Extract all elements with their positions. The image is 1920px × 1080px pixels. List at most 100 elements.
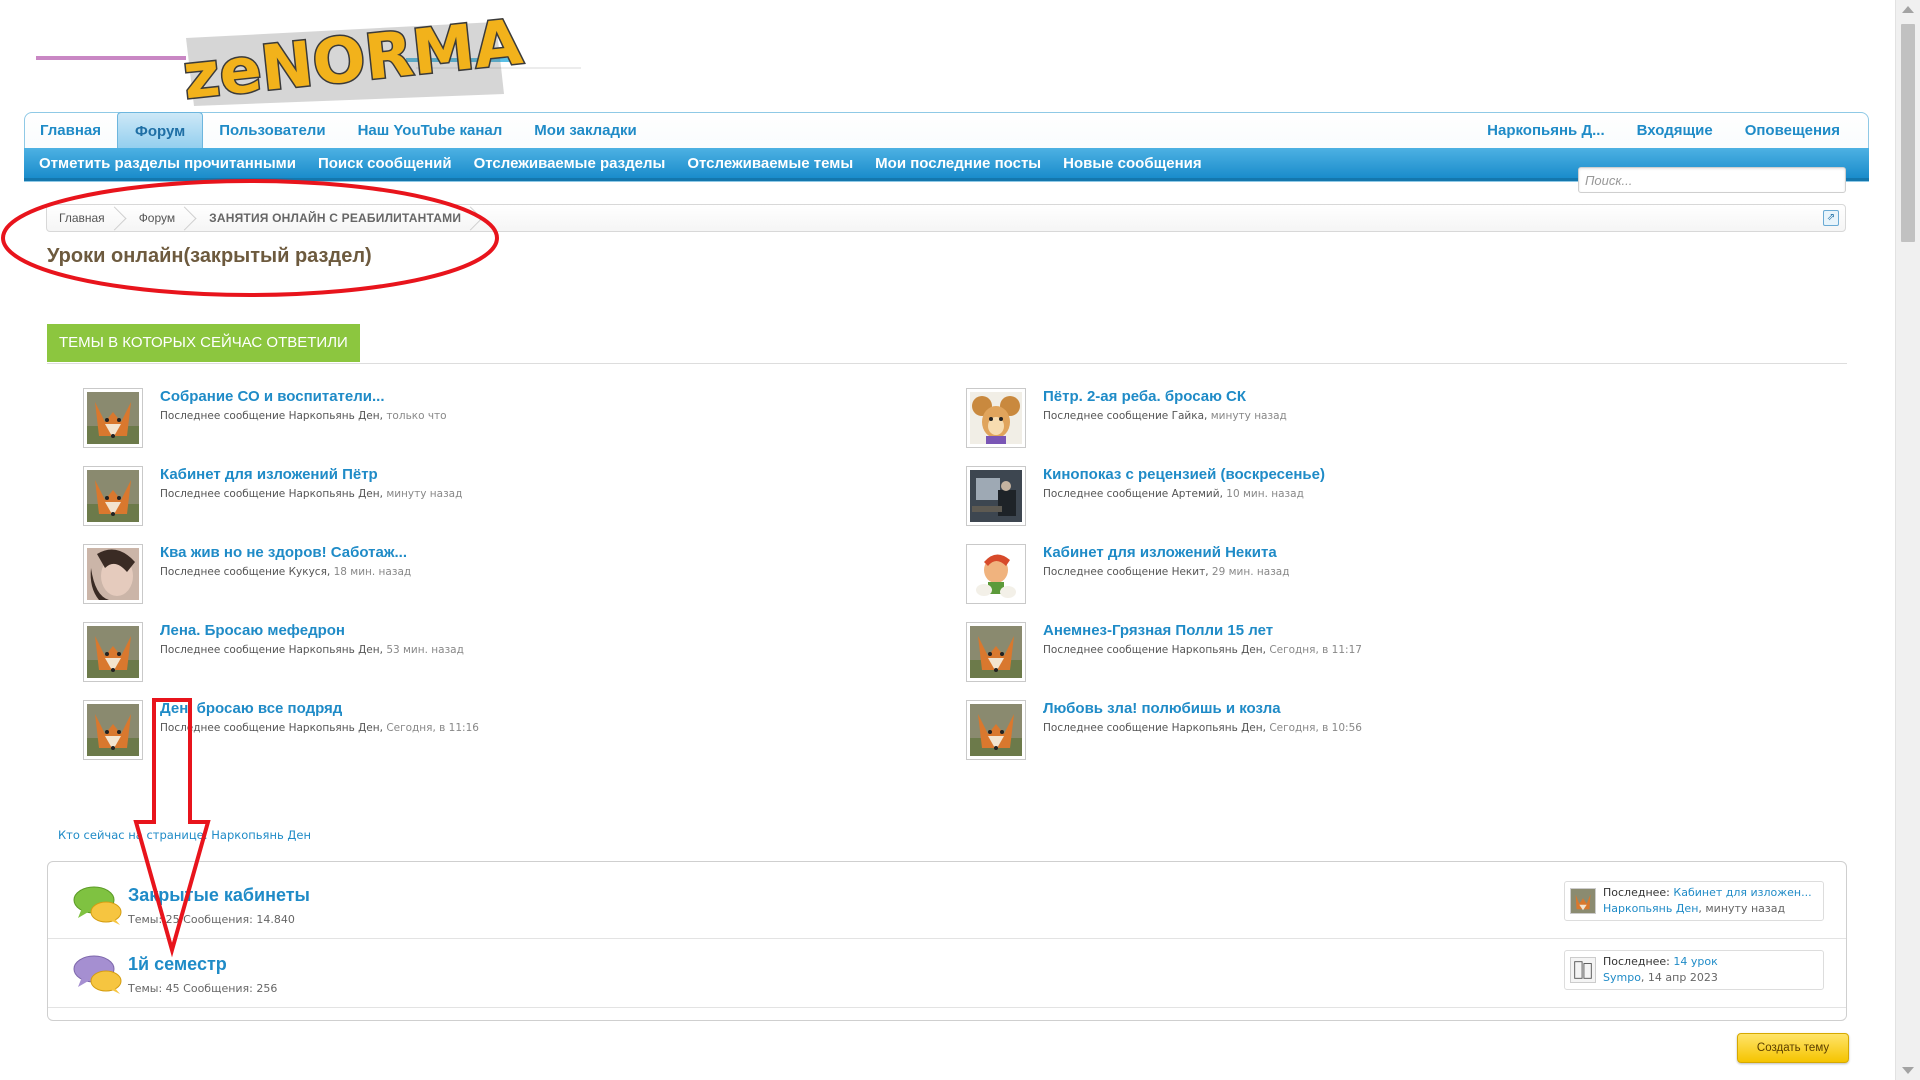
last-poster[interactable]: Последнее сообщение Наркопьянь Ден, bbox=[160, 410, 383, 422]
last-thread-link[interactable]: Кабинет для изложен... bbox=[1673, 886, 1811, 899]
thread-title-link[interactable]: Ква жив но не здоров! Саботаж... bbox=[160, 544, 407, 561]
forum-row: 1й семестр Темы: 45 Сообщения: 256 После… bbox=[48, 939, 1846, 1008]
mark-read-link[interactable]: Отметить разделы прочитанными bbox=[28, 155, 307, 172]
post-time: 18 мин. назад bbox=[333, 566, 412, 578]
forum-stats: Темы: 25 Сообщения: 14.840 bbox=[128, 913, 295, 926]
recent-threads-tab[interactable]: Темы в которых сейчас ответили bbox=[47, 324, 360, 362]
breadcrumb: Главная Форум Занятия онлайн с реабилита… bbox=[46, 204, 1846, 232]
recent-thread-item: Кабинет для изложений Пётр Последнее сооб… bbox=[83, 466, 783, 528]
alerts-link[interactable]: Оповещения bbox=[1729, 112, 1856, 148]
inbox-link[interactable]: Входящие bbox=[1621, 112, 1729, 148]
thread-meta: Последнее сообщение Наркопьянь Ден, Сего… bbox=[160, 722, 479, 734]
last-thread-link[interactable]: 14 урок bbox=[1673, 955, 1717, 968]
fox-avatar-icon[interactable] bbox=[83, 466, 143, 526]
last-poster[interactable]: Последнее сообщение Наркопьянь Ден, bbox=[160, 722, 383, 734]
last-poster[interactable]: Последнее сообщение Наркопьянь Ден, bbox=[1043, 644, 1266, 656]
post-time: Сегодня, в 11:17 bbox=[1269, 644, 1362, 656]
tab-home[interactable]: Главная bbox=[24, 112, 117, 148]
thread-title-link[interactable]: Анемнез-Грязная Полли 15 лет bbox=[1043, 622, 1273, 639]
forum-list: Закрытые кабинеты Темы: 25 Сообщения: 14… bbox=[47, 861, 1847, 1021]
last-poster[interactable]: Последнее сообщение Кукуся, bbox=[160, 566, 330, 578]
last-post-box: Последнее: Кабинет для изложен... Наркоп… bbox=[1564, 881, 1824, 921]
recent-divider bbox=[47, 363, 1847, 364]
forum-row: Закрытые кабинеты Темы: 25 Сообщения: 14… bbox=[48, 870, 1846, 939]
watched-forums-link[interactable]: Отслеживаемые разделы bbox=[463, 155, 677, 172]
thread-title-link[interactable]: Кинопоказ с рецензией (воскресенье) bbox=[1043, 466, 1325, 483]
thread-meta: Последнее сообщение Гайка, минуту назад bbox=[1043, 410, 1287, 422]
post-time: минуту назад bbox=[1210, 410, 1287, 422]
page-scrollbar[interactable] bbox=[1895, 0, 1920, 1080]
last-poster[interactable]: Последнее сообщение Наркопьянь Ден, bbox=[160, 644, 383, 656]
thread-meta: Последнее сообщение Наркопьянь Ден, толь… bbox=[160, 410, 447, 422]
recent-thread-item: Собрание СО и воспитатели... Последнее со… bbox=[83, 388, 783, 450]
thread-meta: Последнее сообщение Наркопьянь Ден, Сего… bbox=[1043, 722, 1362, 734]
new-posts-link[interactable]: Новые сообщения bbox=[1052, 155, 1213, 172]
recent-thread-item: Ден, бросаю все подряд Последнее сообщени… bbox=[83, 700, 783, 762]
thread-title-link[interactable]: Любовь зла! полюбишь и козла bbox=[1043, 700, 1281, 717]
last-poster[interactable]: Последнее сообщение Гайка, bbox=[1043, 410, 1207, 422]
thread-title-link[interactable]: Собрание СО и воспитатели... bbox=[160, 388, 384, 405]
search-messages-link[interactable]: Поиск сообщений bbox=[307, 155, 463, 172]
fox-avatar-icon[interactable] bbox=[83, 700, 143, 760]
who-online[interactable]: Кто сейчас на странице: Наркопьянь Ден bbox=[58, 828, 311, 842]
last-poster[interactable]: Последнее сообщение Наркопьянь Ден, bbox=[1043, 722, 1266, 734]
jump-to-icon[interactable]: ⇗ bbox=[1823, 210, 1839, 226]
watched-threads-link[interactable]: Отслеживаемые темы bbox=[676, 155, 864, 172]
fox-avatar-icon[interactable] bbox=[83, 388, 143, 448]
page-title: Уроки онлайн(закрытый раздел) bbox=[47, 245, 372, 267]
scroll-up-arrow-icon[interactable] bbox=[1902, 6, 1914, 13]
thread-meta: Последнее сообщение Артемий, 10 мин. наз… bbox=[1043, 488, 1304, 500]
site-logo[interactable]: zeNORMA bbox=[36, 10, 581, 110]
recent-thread-item: Кинопоказ с рецензией (воскресенье) После… bbox=[966, 466, 1666, 528]
fox-avatar-icon[interactable] bbox=[1570, 888, 1596, 914]
fox-avatar-icon[interactable] bbox=[83, 622, 143, 682]
fox-avatar-icon[interactable] bbox=[966, 700, 1026, 760]
last-user-link[interactable]: Sympo bbox=[1603, 971, 1641, 984]
post-time: только что bbox=[386, 410, 447, 422]
thread-title-link[interactable]: Ден, бросаю все подряд bbox=[160, 700, 342, 717]
thread-title-link[interactable]: Лена. Бросаю мефедрон bbox=[160, 622, 345, 639]
breadcrumb-forum[interactable]: Форум bbox=[127, 205, 197, 231]
thread-meta: Последнее сообщение Кукуся, 18 мин. наза… bbox=[160, 566, 411, 578]
breadcrumb-home[interactable]: Главная bbox=[47, 205, 127, 231]
thread-meta: Последнее сообщение Наркопьянь Ден, Сего… bbox=[1043, 644, 1362, 656]
tab-bookmarks[interactable]: Мои закладки bbox=[518, 112, 652, 148]
create-thread-button[interactable]: Создать тему bbox=[1737, 1033, 1849, 1063]
thread-meta: Последнее сообщение Наркопьянь Ден, 53 м… bbox=[160, 644, 464, 656]
last-time: , 14 апр 2023 bbox=[1640, 971, 1718, 984]
thread-title-link[interactable]: Кабинет для изложений Пётр bbox=[160, 466, 378, 483]
fox-avatar-icon[interactable] bbox=[966, 622, 1026, 682]
tab-forum[interactable]: Форум bbox=[117, 111, 204, 151]
search-input[interactable]: Поиск... bbox=[1578, 167, 1846, 193]
breadcrumb-section[interactable]: Занятия онлайн с реабилитантами bbox=[197, 205, 483, 231]
red-ellipse-annotation bbox=[1, 179, 499, 297]
recent-thread-item: Кабинет для изложений Некита Последнее со… bbox=[966, 544, 1666, 606]
account-link[interactable]: Наркопьянь Д... bbox=[1471, 112, 1620, 148]
my-posts-link[interactable]: Мои последние посты bbox=[864, 155, 1052, 172]
post-time: Сегодня, в 11:16 bbox=[386, 722, 479, 734]
scroll-thumb[interactable] bbox=[1901, 24, 1915, 242]
girl-avatar-icon[interactable] bbox=[83, 544, 143, 604]
cartoon-avatar-icon[interactable] bbox=[966, 544, 1026, 604]
tab-youtube[interactable]: Наш YouTube канал bbox=[342, 112, 519, 148]
thread-title-link[interactable]: Пётр. 2-ая реба. бросаю СК bbox=[1043, 388, 1246, 405]
last-poster[interactable]: Последнее сообщение Некит, bbox=[1043, 566, 1209, 578]
last-user-link[interactable]: Наркопьянь Ден bbox=[1603, 902, 1698, 915]
scroll-down-arrow-icon[interactable] bbox=[1902, 1067, 1914, 1074]
post-time: 53 мин. назад bbox=[386, 644, 464, 656]
last-label: Последнее: bbox=[1603, 886, 1670, 899]
post-time: 29 мин. назад bbox=[1211, 566, 1290, 578]
tab-members[interactable]: Пользователи bbox=[203, 112, 341, 148]
recent-thread-item: Любовь зла! полюбишь и козла Последнее со… bbox=[966, 700, 1666, 762]
mouse-avatar-icon[interactable] bbox=[966, 388, 1026, 448]
post-time: минуту назад bbox=[386, 488, 463, 500]
forum-title[interactable]: 1й семестр bbox=[128, 954, 227, 975]
recent-thread-item: Лена. Бросаю мефедрон Последнее сообщение… bbox=[83, 622, 783, 684]
last-poster[interactable]: Последнее сообщение Наркопьянь Ден, bbox=[160, 488, 383, 500]
sketch-avatar-icon[interactable] bbox=[1570, 957, 1596, 983]
forum-title[interactable]: Закрытые кабинеты bbox=[128, 885, 310, 906]
thread-title-link[interactable]: Кабинет для изложений Некита bbox=[1043, 544, 1277, 561]
forum-bubble-icon bbox=[73, 955, 122, 994]
photo-avatar-icon[interactable] bbox=[966, 466, 1026, 526]
last-poster[interactable]: Последнее сообщение Артемий, bbox=[1043, 488, 1223, 500]
